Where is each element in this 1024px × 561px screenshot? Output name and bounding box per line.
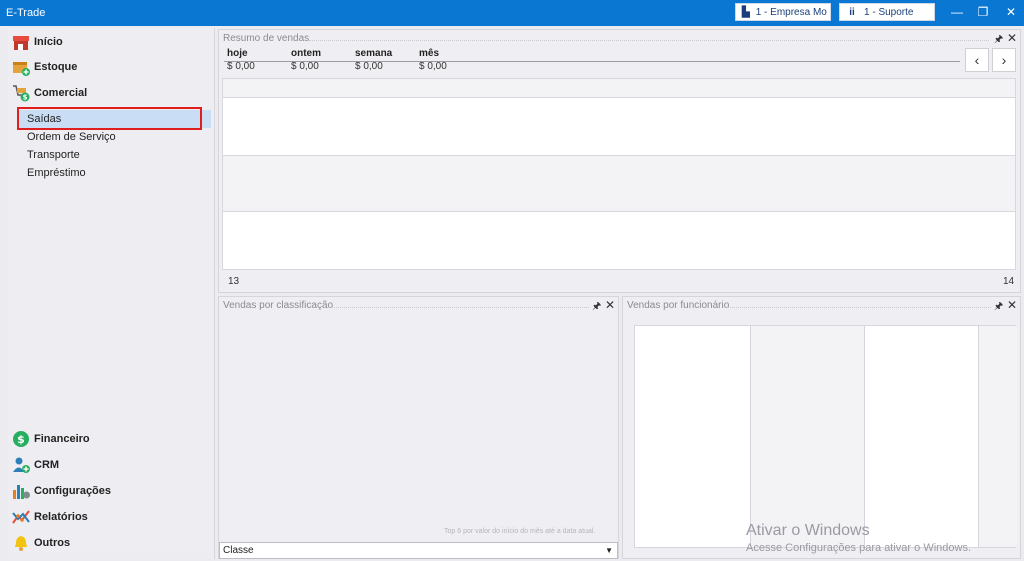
classificacao-title-line — [331, 307, 589, 308]
grid-line — [750, 326, 751, 547]
nav-outros[interactable]: Outros — [12, 532, 70, 554]
resumo-close-icon[interactable]: ✕ — [1007, 31, 1017, 45]
nav-comercial[interactable]: $ Comercial — [12, 82, 87, 104]
sub-item-emprestimo[interactable]: Empréstimo — [18, 164, 211, 182]
box-plus-icon — [12, 58, 30, 76]
resumo-title: Resumo de vendas — [223, 33, 310, 44]
cart-dollar-icon: $ — [12, 84, 30, 102]
restore-button[interactable]: ❐ — [972, 3, 994, 21]
resumo-col-ontem: ontem $ 0,00 — [291, 48, 321, 72]
resumo-label: semana — [355, 48, 393, 59]
funcionario-chart — [634, 325, 1017, 548]
settings-bars-icon — [12, 482, 30, 500]
classificacao-pin-icon[interactable]: 🖈 — [592, 299, 601, 316]
sub-item-ordem-de-servico[interactable]: Ordem de Serviço — [18, 128, 211, 146]
chart-band — [223, 155, 1015, 212]
resumo-value: $ 0,00 — [355, 61, 383, 72]
bell-icon — [12, 534, 30, 552]
grid-line — [978, 326, 979, 547]
nav-inicio[interactable]: Início — [12, 31, 63, 53]
dollar-circle-icon: $ — [12, 430, 30, 448]
user-button-label: 1 - Suporte — [864, 6, 914, 18]
resumo-value: $ 0,00 — [291, 61, 319, 72]
nav-configuracoes-label: Configurações — [34, 485, 112, 497]
selection-highlight — [17, 107, 202, 130]
classificacao-close-icon[interactable]: ✕ — [605, 298, 615, 312]
close-window-button[interactable]: ✕ — [1000, 3, 1022, 21]
report-graph-icon — [12, 508, 30, 526]
resumo-title-line — [309, 40, 989, 41]
chart-band — [223, 79, 1015, 98]
resumo-col-hoje: hoje $ 0,00 — [227, 48, 255, 72]
resumo-value: $ 0,00 — [419, 61, 447, 72]
nav-estoque[interactable]: Estoque — [12, 56, 77, 78]
resumo-col-semana: semana $ 0,00 — [355, 48, 392, 72]
resumo-label: ontem — [291, 48, 321, 59]
minimize-button[interactable]: — — [946, 3, 968, 21]
funcionario-close-icon[interactable]: ✕ — [1007, 298, 1017, 312]
nav-crm[interactable]: CRM — [12, 454, 59, 476]
axis-label-right: 14 — [1003, 276, 1015, 287]
resumo-label: mês — [419, 48, 440, 59]
resumo-pin-icon[interactable]: 🖈 — [994, 32, 1003, 49]
classificacao-footnote: Top 6 por valor do início do mês até a d… — [444, 528, 596, 535]
app-title: E-Trade — [6, 7, 46, 19]
classe-select-value: Classe — [223, 545, 254, 556]
nav-estoque-label: Estoque — [34, 61, 78, 73]
axis-label-left: 13 — [228, 276, 240, 287]
funcionario-title: Vendas por funcionário — [627, 300, 730, 311]
nav-inicio-label: Início — [34, 36, 63, 48]
nav-relatorios[interactable]: Relatórios — [12, 506, 88, 528]
resumo-col-mes: mês $ 0,00 — [419, 48, 447, 72]
nav-configuracoes[interactable]: Configurações — [12, 480, 111, 502]
user-button[interactable]: ii 1 - Suporte — [839, 3, 935, 21]
chevron-right-icon: › — [1001, 52, 1007, 68]
company-button[interactable]: ▙ 1 - Empresa Mo — [735, 3, 831, 21]
nav-relatorios-label: Relatórios — [34, 511, 88, 523]
users-icon: ii — [849, 6, 855, 18]
nav-outros-label: Outros — [34, 537, 71, 549]
classificacao-title: Vendas por classificação — [223, 300, 334, 311]
company-button-label: 1 - Empresa Mo — [755, 6, 827, 18]
dropdown-arrow-icon: ▼ — [605, 546, 613, 555]
nav-financeiro[interactable]: $ Financeiro — [12, 428, 90, 450]
next-button[interactable]: › — [992, 48, 1016, 72]
resumo-value: $ 0,00 — [227, 61, 255, 72]
user-plus-icon — [12, 456, 30, 474]
resumo-divider — [224, 61, 960, 62]
nav-crm-label: CRM — [34, 459, 60, 471]
sub-item-transporte[interactable]: Transporte — [18, 146, 211, 164]
watermark-title: Ativar o Windows — [746, 522, 870, 539]
grid-line — [864, 326, 865, 547]
prev-button[interactable]: ‹ — [965, 48, 989, 72]
nav-financeiro-label: Financeiro — [34, 433, 90, 445]
classe-select[interactable]: Classe ▼ — [219, 542, 618, 559]
store-icon — [12, 33, 30, 51]
funcionario-pin-icon[interactable]: 🖈 — [994, 299, 1003, 316]
resumo-label: hoje — [227, 48, 248, 59]
svg-text:$: $ — [17, 433, 25, 446]
watermark-subtitle: Acesse Configurações para ativar o Windo… — [746, 542, 971, 554]
chart-band — [750, 326, 864, 547]
svg-text:$: $ — [23, 94, 28, 102]
funcionario-title-line — [727, 307, 991, 308]
title-bar: E-Trade ▙ 1 - Empresa Mo ii 1 - Suporte … — [0, 0, 1024, 26]
chevron-left-icon: ‹ — [974, 52, 980, 68]
classificacao-panel: Vendas por classificação 🖈 ✕ — [218, 296, 619, 559]
building-icon: ▙ — [742, 6, 750, 18]
resumo-chart — [222, 78, 1016, 270]
nav-comercial-label: Comercial — [34, 87, 88, 99]
chart-band — [978, 326, 1017, 547]
